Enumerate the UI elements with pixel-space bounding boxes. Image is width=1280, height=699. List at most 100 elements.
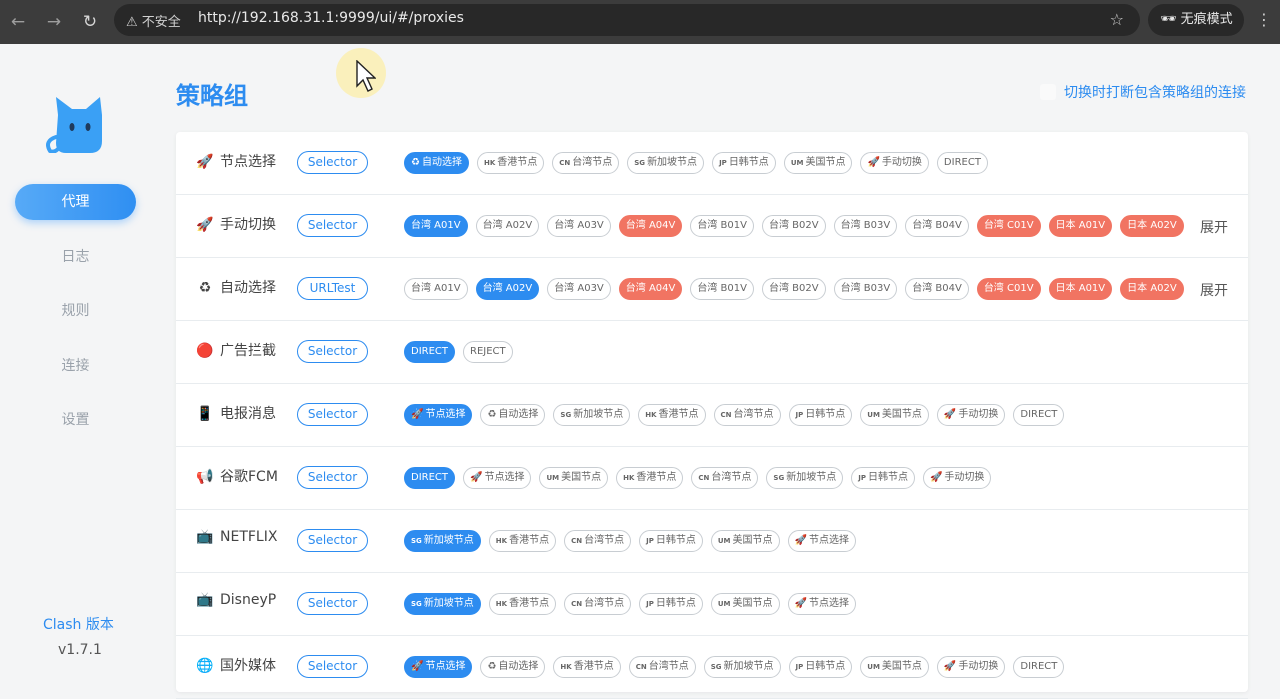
proxy-option[interactable]: UM 美国节点: [783, 152, 853, 174]
proxy-option[interactable]: 台湾 A02V: [475, 215, 540, 237]
proxy-option[interactable]: UM 美国节点: [860, 656, 929, 678]
proxy-option[interactable]: SG 新加坡节点: [627, 152, 705, 174]
group-name: 📢 谷歌FCM: [196, 466, 278, 486]
proxy-option[interactable]: 🚀 手动切换: [936, 404, 1006, 426]
stop-icon: 🔴: [196, 343, 214, 359]
sidebar-item-connections[interactable]: 连接: [15, 348, 136, 384]
forward-icon[interactable]: →: [40, 8, 68, 36]
proxy-option[interactable]: DIRECT: [1013, 404, 1065, 426]
sidebar-item-rules[interactable]: 规则: [15, 293, 136, 329]
proxy-option[interactable]: 台湾 A01V: [404, 278, 468, 300]
proxy-option[interactable]: 台湾 C01V: [976, 215, 1041, 237]
proxy-option[interactable]: CN 台湾节点: [564, 593, 632, 615]
proxy-option[interactable]: DIRECT: [1013, 656, 1065, 678]
expand-button[interactable]: 展开: [1200, 217, 1228, 237]
proxy-option[interactable]: JP 日韩节点: [639, 530, 703, 552]
proxy-option[interactable]: SG 新加坡节点: [404, 530, 481, 552]
proxy-option[interactable]: 🚀 节点选择: [787, 593, 856, 615]
proxy-option[interactable]: CN 台湾节点: [628, 656, 696, 678]
proxy-option[interactable]: 台湾 B01V: [690, 278, 754, 300]
sidebar-item-settings[interactable]: 设置: [15, 402, 136, 438]
group-type-button[interactable]: Selector: [297, 214, 368, 237]
group-type-button[interactable]: Selector: [297, 151, 368, 174]
proxy-option[interactable]: 🚀 节点选择: [787, 530, 856, 552]
address-bar[interactable]: ⚠ 不安全 http://192.168.31.1:9999/ui/#/prox…: [114, 4, 1140, 36]
proxy-option[interactable]: 日本 A02V: [1120, 215, 1184, 237]
proxy-option[interactable]: 台湾 A03V: [547, 215, 611, 237]
proxy-option[interactable]: HK 香港节点: [488, 530, 557, 552]
proxy-option[interactable]: 台湾 A03V: [547, 278, 611, 300]
proxy-option[interactable]: JP 日韩节点: [639, 593, 703, 615]
proxy-option[interactable]: JP 日韩节点: [788, 404, 853, 426]
proxy-option[interactable]: CN 台湾节点: [691, 467, 759, 489]
group-type-button[interactable]: Selector: [297, 466, 368, 489]
security-warning[interactable]: ⚠ 不安全: [126, 11, 181, 30]
proxy-option[interactable]: HK 香港节点: [616, 467, 684, 489]
proxy-option[interactable]: 🚀 手动切换: [936, 656, 1006, 678]
url-text[interactable]: http://192.168.31.1:9999/ui/#/proxies: [198, 10, 464, 26]
incognito-indicator[interactable]: 🕶 无痕模式: [1148, 4, 1244, 36]
star-icon[interactable]: ☆: [1110, 10, 1124, 29]
proxy-option[interactable]: JP 日韩节点: [712, 152, 776, 174]
proxy-option[interactable]: 台湾 C01V: [976, 278, 1041, 300]
proxy-option[interactable]: DIRECT: [404, 341, 456, 363]
group-type-button[interactable]: URLTest: [297, 277, 368, 300]
group-type-button[interactable]: Selector: [297, 403, 368, 426]
proxy-option[interactable]: DIRECT: [404, 467, 456, 489]
proxy-option[interactable]: 🚀 手动切换: [860, 152, 929, 174]
proxy-option[interactable]: SG 新加坡节点: [766, 467, 844, 489]
proxy-option[interactable]: 台湾 A02V: [475, 278, 540, 300]
proxy-option[interactable]: 台湾 B04V: [905, 278, 969, 300]
rocket-icon: 🚀: [929, 472, 943, 483]
proxy-option[interactable]: 台湾 A04V: [618, 278, 683, 300]
menu-icon[interactable]: ⋮: [1256, 10, 1272, 29]
proxy-option[interactable]: 台湾 B02V: [761, 278, 826, 300]
proxy-option[interactable]: SG 新加坡节点: [404, 593, 481, 615]
proxy-option[interactable]: 台湾 B03V: [833, 215, 898, 237]
proxy-option[interactable]: CN 台湾节点: [552, 152, 620, 174]
proxy-option[interactable]: CN 台湾节点: [713, 404, 781, 426]
group-type-button[interactable]: Selector: [297, 529, 368, 552]
reload-icon[interactable]: ↻: [76, 8, 104, 36]
proxy-option[interactable]: SG 新加坡节点: [703, 656, 781, 678]
proxy-option[interactable]: JP 日韩节点: [851, 467, 915, 489]
proxy-option[interactable]: UM 美国节点: [710, 593, 780, 615]
proxy-option[interactable]: UM 美国节点: [860, 404, 929, 426]
group-type-button[interactable]: Selector: [297, 592, 368, 615]
proxy-option[interactable]: 🚀 手动切换: [922, 467, 992, 489]
proxy-option[interactable]: ♻ 自动选择: [480, 656, 546, 678]
proxy-option[interactable]: ♻ 自动选择: [404, 152, 469, 174]
group-type-button[interactable]: Selector: [297, 655, 368, 678]
proxy-option[interactable]: 🚀 节点选择: [463, 467, 532, 489]
proxy-option[interactable]: 台湾 A04V: [618, 215, 683, 237]
proxy-option[interactable]: DIRECT: [936, 152, 988, 174]
proxy-option[interactable]: 日本 A02V: [1120, 278, 1184, 300]
proxy-option[interactable]: 台湾 A01V: [404, 215, 468, 237]
sidebar-item-logs[interactable]: 日志: [15, 239, 136, 275]
proxy-option[interactable]: REJECT: [463, 341, 513, 363]
proxy-option[interactable]: SG 新加坡节点: [553, 404, 631, 426]
proxy-option[interactable]: 台湾 B03V: [833, 278, 898, 300]
proxy-option[interactable]: 台湾 B01V: [690, 215, 754, 237]
proxy-option[interactable]: HK 香港节点: [476, 152, 545, 174]
proxy-option[interactable]: 日本 A01V: [1048, 278, 1113, 300]
back-icon[interactable]: ←: [4, 8, 32, 36]
proxy-option[interactable]: 台湾 B02V: [761, 215, 826, 237]
group-type-button[interactable]: Selector: [297, 340, 368, 363]
disconnect-on-switch-option[interactable]: 切换时打断包含策略组的连接: [1040, 82, 1246, 102]
proxy-option[interactable]: HK 香港节点: [638, 404, 706, 426]
proxy-option[interactable]: 🚀 节点选择: [404, 656, 473, 678]
proxy-option[interactable]: CN 台湾节点: [564, 530, 632, 552]
disconnect-checkbox[interactable]: [1040, 84, 1056, 100]
proxy-option[interactable]: 日本 A01V: [1048, 215, 1113, 237]
proxy-option[interactable]: HK 香港节点: [488, 593, 557, 615]
proxy-option[interactable]: ♻ 自动选择: [480, 404, 546, 426]
proxy-option[interactable]: 台湾 B04V: [905, 215, 969, 237]
expand-button[interactable]: 展开: [1200, 280, 1228, 300]
proxy-option[interactable]: UM 美国节点: [539, 467, 609, 489]
proxy-option[interactable]: JP 日韩节点: [788, 656, 853, 678]
proxy-option[interactable]: 🚀 节点选择: [404, 404, 473, 426]
sidebar-item-proxies[interactable]: 代理: [15, 184, 136, 220]
proxy-option[interactable]: HK 香港节点: [553, 656, 621, 678]
proxy-option[interactable]: UM 美国节点: [710, 530, 780, 552]
